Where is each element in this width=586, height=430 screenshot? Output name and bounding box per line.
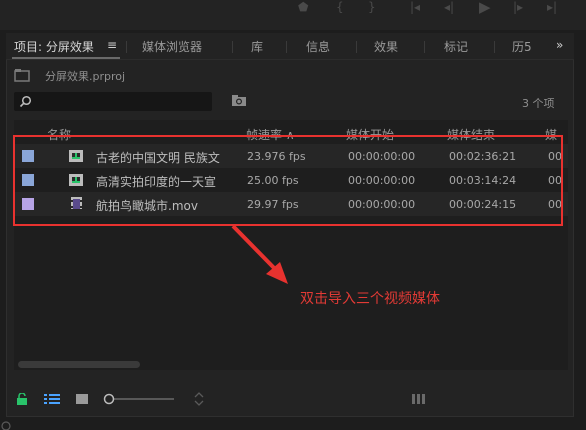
search-input[interactable] [14, 92, 212, 111]
tab-project[interactable]: 项目: 分屏效果 [14, 38, 94, 55]
icon-view-icon[interactable] [76, 393, 88, 405]
tab-divider [126, 41, 127, 53]
step-forward-icon[interactable]: |▸ [513, 0, 523, 16]
transport-bar: ⬟ { } |◂ ◂| ▶ |▸ ▸| [0, 0, 586, 30]
annotation-text: 双击导入三个视频媒体 [300, 291, 440, 307]
tab-divider [286, 41, 287, 53]
tab-history[interactable]: 历5 [512, 38, 532, 55]
marker-icon[interactable]: ⬟ [298, 0, 308, 16]
active-tab-indicator [12, 57, 120, 59]
step-back-icon[interactable]: ◂| [444, 0, 454, 16]
highlight-box [13, 135, 563, 226]
tab-libraries[interactable]: 库 [251, 38, 263, 55]
tab-divider [356, 41, 357, 53]
bin-icon [14, 69, 30, 82]
new-search-bin-icon[interactable] [231, 95, 247, 107]
horizontal-scrollbar[interactable] [18, 361, 140, 368]
tab-markers[interactable]: 标记 [444, 38, 468, 55]
play-icon[interactable]: ▶ [479, 0, 491, 16]
automate-to-sequence-icon[interactable] [412, 394, 428, 404]
tab-effects[interactable]: 效果 [374, 38, 398, 55]
item-count: 3 个项 [522, 97, 555, 110]
list-view-icon[interactable] [44, 393, 60, 405]
sort-icon[interactable] [194, 392, 204, 406]
tab-media-browser[interactable]: 媒体浏览器 [142, 38, 202, 55]
annotation-arrow [231, 224, 288, 284]
project-file-name: 分屏效果.prproj [45, 70, 126, 83]
bottom-toolbar [6, 384, 574, 416]
tab-info[interactable]: 信息 [306, 38, 330, 55]
panel-menu-icon[interactable]: ≡ [107, 38, 117, 52]
tab-divider [494, 41, 495, 53]
lock-icon[interactable] [16, 393, 28, 405]
go-to-in-icon[interactable]: |◂ [410, 0, 420, 16]
go-to-out-icon[interactable]: ▸| [547, 0, 557, 16]
panel-corner-icon [1, 421, 11, 430]
in-point-icon[interactable]: { [336, 0, 344, 16]
search-icon [19, 95, 32, 108]
tab-divider [424, 41, 425, 53]
tab-overflow-icon[interactable]: » [556, 38, 563, 52]
out-point-icon[interactable]: } [368, 0, 376, 16]
zoom-slider[interactable] [102, 392, 176, 406]
tab-divider [232, 41, 233, 53]
